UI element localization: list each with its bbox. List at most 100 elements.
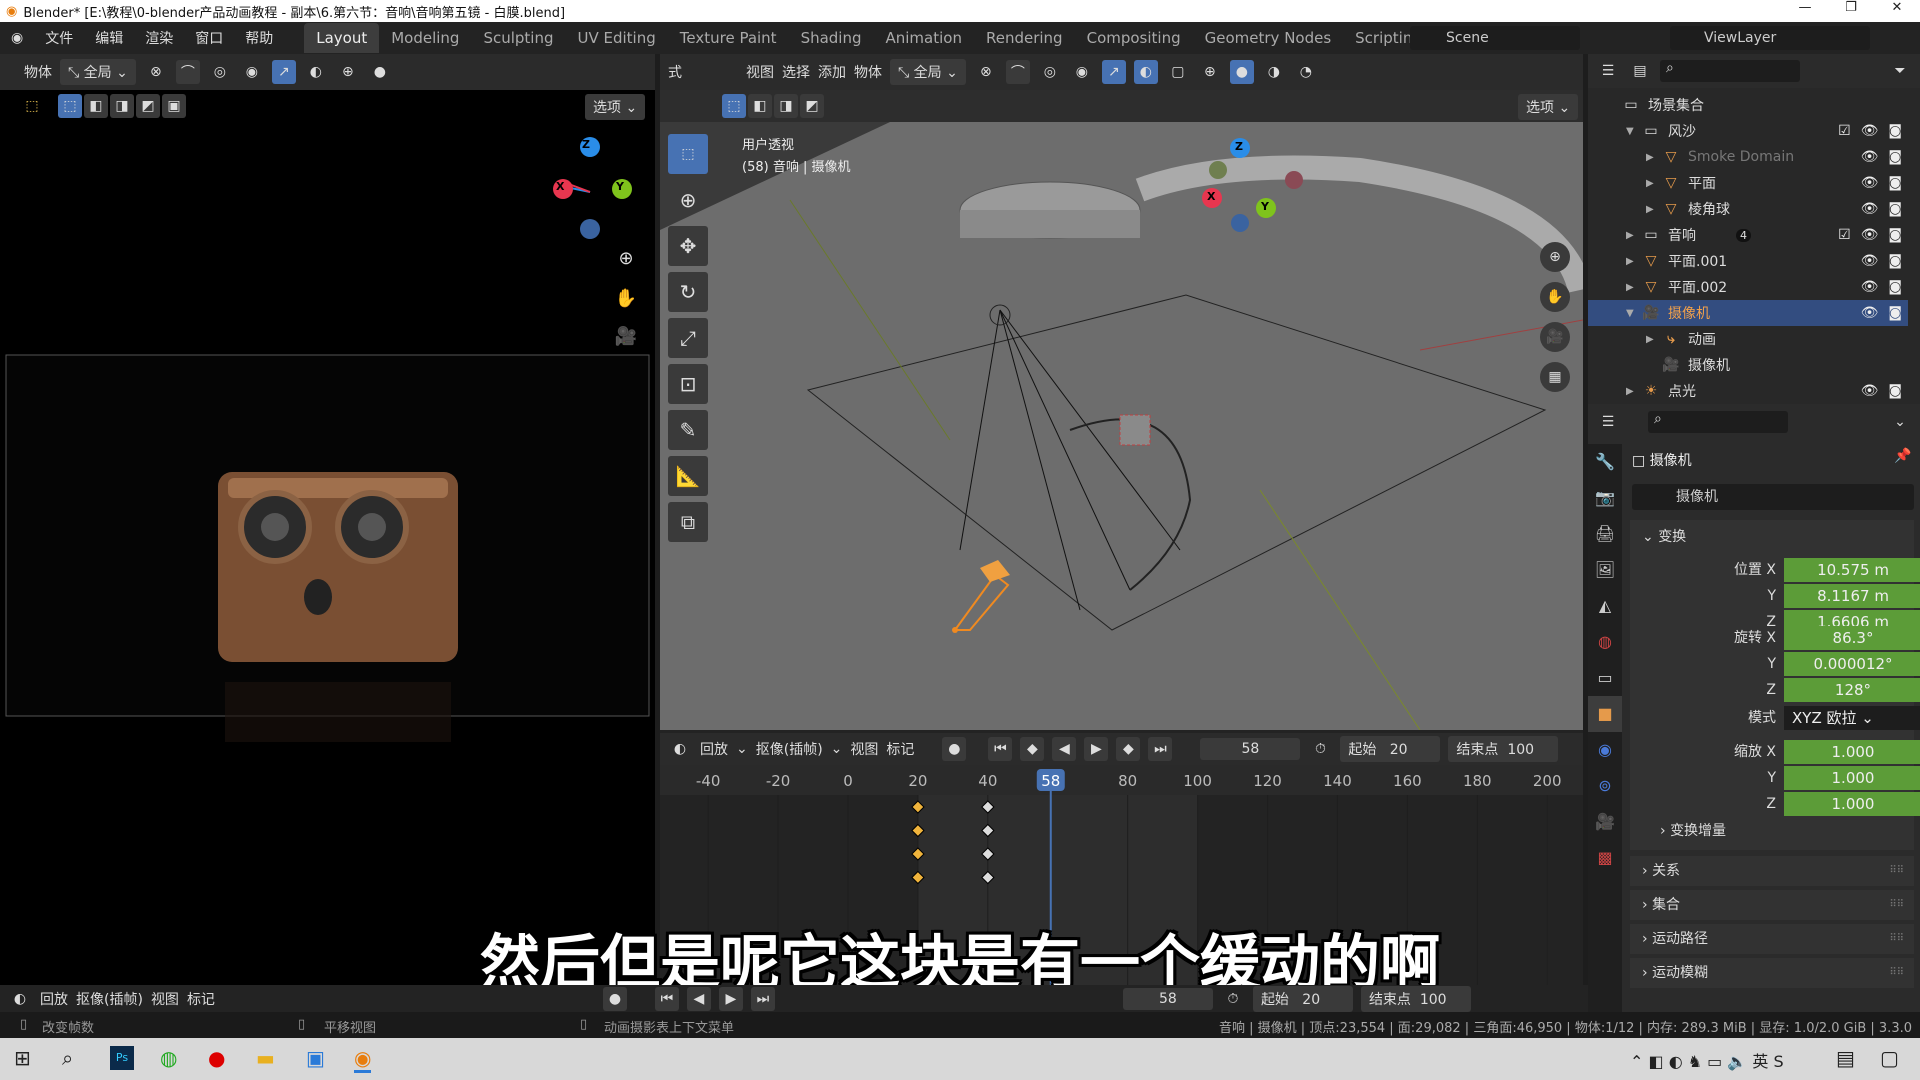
solid-shading-icon[interactable]: ● [1229, 60, 1254, 84]
location-y-field[interactable]: 8.1167 m [1784, 584, 1920, 608]
end-frame-field[interactable]: 结束点 100 [1448, 736, 1559, 762]
proportional-edit-icon[interactable]: ◎ [208, 60, 232, 84]
select-mode-intersect-icon[interactable]: ▣ [162, 94, 186, 118]
select-mode-new-icon[interactable]: ⬚ [722, 94, 746, 118]
menu-window[interactable]: 窗口 [184, 28, 234, 48]
viewport-orientation-dropdown[interactable]: ⤡ 全局 ⌄ [890, 59, 966, 85]
recorder-icon[interactable]: ● [208, 1046, 225, 1070]
expand-toggle-icon[interactable]: ▶ [1646, 334, 1660, 345]
play-button[interactable]: ▶ [718, 986, 743, 1011]
action-center-icon[interactable]: ▢ [1880, 1046, 1899, 1070]
outliner-item[interactable]: 🎥 摄像机 [1588, 352, 1908, 378]
material-shading-icon[interactable]: ◑ [1262, 60, 1286, 84]
render-camera-icon[interactable]: ◙ [1888, 123, 1902, 139]
output-tab-icon[interactable]: 🖨 [1588, 516, 1622, 552]
select-mode-extend-icon[interactable]: ◧ [748, 94, 772, 118]
record-button[interactable]: ● [942, 737, 967, 761]
visibility-icon[interactable]: ◉ [1070, 60, 1094, 84]
overlay-icon[interactable]: ◐ [1133, 60, 1158, 84]
play-reverse-button[interactable]: ◀ [1052, 737, 1077, 761]
outliner-item[interactable]: ▶ ▽ Smoke Domain 👁 ◙ [1588, 144, 1908, 170]
menu-view[interactable]: 视图 [746, 62, 774, 82]
visibility-eye-icon[interactable]: 👁 [1861, 149, 1879, 165]
app-icon[interactable]: ▣ [306, 1046, 325, 1070]
end-frame-field[interactable]: 结束点 100 [1360, 985, 1471, 1012]
visibility-eye-icon[interactable]: 👁 [1861, 279, 1879, 295]
browser-icon[interactable]: ◍ [160, 1046, 177, 1070]
current-frame-field[interactable]: 58 [1122, 987, 1213, 1010]
gizmo-toggle-icon[interactable]: ↗ [1101, 60, 1126, 84]
menu-help[interactable]: 帮助 [234, 28, 284, 48]
pivot-icon[interactable]: ⊗ [144, 60, 168, 84]
tab-texture-paint[interactable]: Texture Paint [668, 23, 789, 53]
render-camera-icon[interactable]: ◙ [1888, 227, 1902, 243]
mode-dropdown[interactable]: 式 [668, 62, 738, 82]
outliner-item[interactable]: ▶ ▽ 棱角球 👁 ◙ [1588, 196, 1908, 222]
notification-icon[interactable]: ▤ [1836, 1046, 1855, 1070]
view-layer-tab-icon[interactable]: 🖼 [1588, 552, 1622, 588]
wireframe-shading-icon[interactable]: ⊕ [336, 60, 360, 84]
editor-type-icon[interactable]: ☰ [1596, 59, 1620, 83]
orientation-dropdown[interactable]: ⤡ 全局 ⌄ [60, 59, 136, 85]
visibility-eye-icon[interactable]: 👁 [1861, 175, 1879, 191]
expand-toggle-icon[interactable]: ▼ [1626, 308, 1640, 319]
select-mode-new-icon[interactable]: ⬚ [58, 94, 82, 118]
editor-type-icon[interactable]: ☰ [1596, 410, 1620, 434]
camera-data-tab-icon[interactable]: 🎥 [1588, 804, 1622, 840]
tab-modeling[interactable]: Modeling [379, 23, 471, 53]
editor-type-icon[interactable]: ◐ [668, 737, 692, 761]
marker-menu[interactable]: 标记 [187, 989, 215, 1009]
pivot-icon[interactable]: ⊗ [974, 60, 998, 84]
render-camera-icon[interactable]: ◙ [1888, 253, 1902, 269]
visibility-eye-icon[interactable]: 👁 [1861, 305, 1879, 321]
outliner-item[interactable]: ▶ ☀ 点光 👁 ◙ [1588, 378, 1908, 404]
exclude-checkbox[interactable]: ☑ [1838, 227, 1851, 243]
wireframe-shading-icon[interactable]: ⊕ [1198, 60, 1222, 84]
display-mode-icon[interactable]: ▤ [1628, 59, 1652, 83]
scene-tab-icon[interactable]: ◭ [1588, 588, 1622, 624]
panel-2[interactable]: › 运动路径 ⠿⠿ [1630, 924, 1914, 954]
menu-select[interactable]: 选择 [782, 62, 810, 82]
transform-tool-icon[interactable]: ⊡ [668, 364, 708, 404]
visibility-eye-icon[interactable]: 👁 [1861, 123, 1879, 139]
move-tool-icon[interactable]: ✥ [668, 226, 708, 266]
file-explorer-icon[interactable]: ▬ [256, 1046, 275, 1070]
playback-menu[interactable]: 回放 [40, 989, 68, 1009]
minimize-button[interactable]: — [1782, 0, 1828, 15]
visibility-eye-icon[interactable]: 👁 [1861, 201, 1879, 217]
scale-x-field[interactable]: 1.000 [1784, 740, 1920, 764]
world-tab-icon[interactable]: ◍ [1588, 624, 1622, 660]
search-icon[interactable]: ⌕ [62, 1046, 73, 1070]
rotation-x-field[interactable]: 86.3° [1784, 626, 1920, 650]
render-camera-icon[interactable]: ◙ [1888, 175, 1902, 191]
next-keyframe-button[interactable]: ◆ [1116, 737, 1141, 761]
render-camera-icon[interactable]: ◙ [1888, 201, 1902, 217]
object-tab-icon[interactable]: ■ [1588, 696, 1622, 732]
jump-start-button[interactable]: ⏮ [654, 986, 679, 1011]
render-camera-icon[interactable]: ◙ [1888, 305, 1902, 321]
blender-taskbar-icon[interactable]: ◉ [354, 1046, 372, 1073]
rotation-mode-dropdown[interactable]: XYZ 欧拉 ⌄ [1784, 706, 1920, 730]
measure-tool-icon[interactable]: 📐 [668, 456, 708, 496]
scale-z-field[interactable]: 1.000 [1784, 792, 1920, 816]
view-menu[interactable]: 视图 [151, 989, 179, 1009]
visibility-eye-icon[interactable]: 👁 [1861, 227, 1879, 243]
object-name-field[interactable]: 摄像机 [1632, 484, 1914, 510]
jump-start-button[interactable]: ⏮ [988, 737, 1013, 761]
tab-layout[interactable]: Layout [304, 23, 380, 53]
viewport-3d[interactable]: ⬚ ◧ ◨ ◩ 选项 ⌄ 用户透视 (58) 音响 | 摄像机 ⬚ ⊕ ✥ ↻ … [660, 90, 1592, 731]
select-mode-subtract-icon[interactable]: ◨ [110, 94, 134, 118]
start-frame-field[interactable]: 起始 20 [1340, 736, 1441, 762]
texture-tab-icon[interactable]: ▩ [1588, 840, 1622, 876]
outliner-item[interactable]: ▶ ▽ 平面.002 👁 ◙ [1588, 274, 1908, 300]
properties-search-input[interactable]: ⌕ [1648, 411, 1788, 433]
scale-tool-icon[interactable]: ⤢ [668, 318, 708, 358]
select-mode-invert-icon[interactable]: ◩ [800, 94, 824, 118]
camera-view-icon[interactable]: 🎥 [1540, 322, 1570, 352]
expand-toggle-icon[interactable]: ▶ [1626, 386, 1640, 397]
windows-start-icon[interactable]: ⊞ [14, 1046, 31, 1070]
add-cube-tool-icon[interactable]: ⧉ [668, 502, 708, 542]
menu-edit[interactable]: 编辑 [84, 28, 134, 48]
viewport-options-dropdown[interactable]: 选项 ⌄ [1518, 94, 1579, 120]
panel-3[interactable]: › 运动模糊 ⠿⠿ [1630, 958, 1914, 988]
